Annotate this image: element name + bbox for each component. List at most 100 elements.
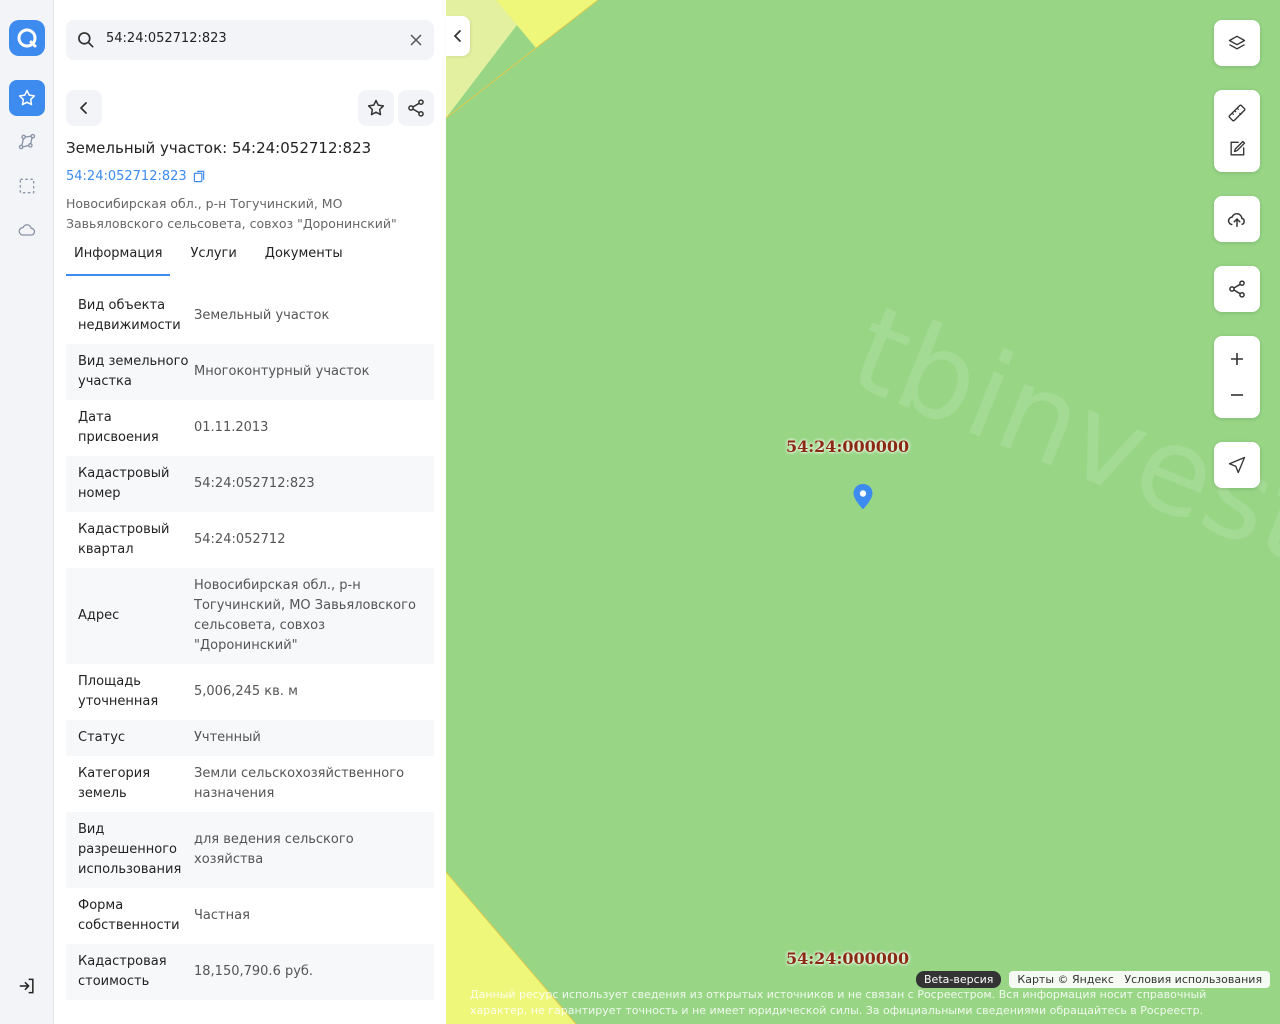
object-address: Новосибирская обл., р-н Тогучинский, МО … (66, 196, 397, 231)
star-icon (18, 89, 36, 106)
ruler-button[interactable] (1214, 95, 1260, 131)
upload-control (1214, 196, 1260, 242)
cadastral-number-link[interactable]: 54:24:052712:823 (66, 169, 206, 184)
chevron-left-icon (454, 30, 461, 42)
row-key: Дата присвоения (78, 410, 159, 445)
zoom-control (1214, 336, 1260, 418)
edit-button[interactable] (1214, 131, 1260, 167)
row-key: Площадь уточненная (78, 674, 159, 709)
beta-badge: Beta-версия (916, 971, 1002, 988)
table-row: Категория земель Земли сельскохозяйственн… (66, 756, 434, 812)
share-icon (408, 99, 424, 117)
tabs: Информация Услуги Документы (66, 240, 363, 276)
share-icon (1229, 280, 1245, 298)
cloud-icon (18, 224, 36, 236)
map-view[interactable]: tbinvest.ru 54:24:000000 54:24:000000 Be… (446, 0, 1280, 1024)
cloud-nav-button[interactable] (9, 212, 45, 248)
row-value: Многоконтурный участок (194, 364, 370, 379)
row-key: Адрес (78, 608, 120, 623)
row-key: Кадастровый квартал (78, 522, 170, 557)
tools-control (1214, 90, 1260, 172)
dashed-square-icon (19, 178, 35, 194)
app-logo-icon[interactable] (9, 20, 45, 56)
edit-icon (1230, 140, 1246, 156)
left-rail (0, 0, 54, 1024)
tab-information[interactable]: Информация (66, 240, 171, 276)
back-button[interactable] (66, 90, 102, 126)
favorites-nav-button[interactable] (9, 80, 45, 116)
table-row: Вид земельного участка Многоконтурный уча… (66, 344, 434, 400)
cadastral-zone-label: 54:24:000000 (786, 949, 910, 968)
attribution-badge: Карты © Яндекс Условия использования (1009, 971, 1271, 988)
row-value: 18,150,790.6 руб. (194, 964, 314, 979)
table-row: Вид объекта недвижимости Земельный участо… (66, 288, 434, 344)
layers-icon (1228, 35, 1246, 50)
geolocation-button[interactable] (1214, 442, 1260, 488)
clear-search-button[interactable] (406, 30, 426, 50)
favorite-button[interactable] (358, 90, 394, 126)
table-row: Форма собственности Частная (66, 888, 434, 944)
row-value: Земли сельскохозяйственного назначения (194, 766, 405, 801)
row-key: Категория земель (78, 766, 151, 801)
row-value: Частная (194, 908, 250, 923)
zoom-in-button[interactable] (1214, 341, 1260, 377)
table-row: Вид разрешенного использования для ведени… (66, 812, 434, 888)
route-nav-button[interactable] (9, 124, 45, 160)
tab-documents[interactable]: Документы (257, 240, 351, 276)
polyline-icon (18, 133, 36, 150)
row-value: для ведения сельского хозяйства (194, 832, 354, 867)
star-icon (367, 99, 385, 116)
share-map-button[interactable] (1214, 266, 1260, 312)
logout-button[interactable] (9, 968, 45, 1004)
table-row: Кадастровый номер 54:24:052712:823 (66, 456, 434, 512)
upload-button[interactable] (1214, 196, 1260, 242)
cadastral-zone-label: 54:24:000000 (786, 437, 910, 456)
map-attribution: Beta-версия Карты © Яндекс Условия испол… (916, 971, 1271, 988)
object-panel: 54:24:052712:823 Земельный участок: 54:2… (54, 0, 446, 1024)
table-row: Адрес Новосибирская обл., р-н Тогучинский… (66, 568, 434, 664)
ruler-icon (1228, 104, 1246, 122)
row-value: Учтенный (194, 730, 261, 745)
row-key: Вид объекта недвижимости (78, 298, 181, 333)
row-key: Кадастровая стоимость (78, 954, 167, 989)
navigation-arrow-icon (1228, 456, 1246, 474)
table-row: Кадастровая стоимость 18,150,790.6 руб. (66, 944, 434, 1000)
row-key: Вид разрешенного использования (78, 822, 182, 877)
copy-icon[interactable] (193, 170, 206, 183)
layers-button[interactable] (1214, 20, 1260, 66)
row-value: Земельный участок (194, 308, 330, 323)
row-key: Вид земельного участка (78, 354, 189, 389)
row-value: Новосибирская обл., р-н Тогучинский, МО … (194, 578, 416, 653)
row-value: 01.11.2013 (194, 420, 269, 435)
location-pin-icon[interactable] (851, 483, 875, 511)
cloud-upload-icon (1227, 212, 1245, 228)
zoom-out-button[interactable] (1214, 377, 1260, 413)
table-row: Статус Учтенный (66, 720, 434, 756)
plus-icon (1231, 353, 1243, 365)
table-row: Площадь уточненная 5,006,245 кв. м (66, 664, 434, 720)
select-area-nav-button[interactable] (9, 168, 45, 204)
search-bar[interactable]: 54:24:052712:823 (66, 20, 434, 60)
info-table: Вид объекта недвижимости Земельный участо… (66, 288, 434, 1000)
tab-services[interactable]: Услуги (182, 240, 244, 276)
row-value: 54:24:052712 (194, 532, 286, 547)
cadastral-number-text[interactable]: 54:24:052712:823 (66, 169, 187, 184)
search-input[interactable]: 54:24:052712:823 (106, 31, 227, 46)
row-value: 5,006,245 кв. м (194, 684, 298, 699)
row-value: 54:24:052712:823 (194, 476, 315, 491)
share-map-control (1214, 266, 1260, 312)
exit-icon (19, 978, 34, 994)
row-key: Статус (78, 730, 126, 745)
share-button[interactable] (398, 90, 434, 126)
yandex-attribution[interactable]: Карты © Яндекс (1017, 973, 1114, 986)
row-key: Форма собственности (78, 898, 180, 933)
collapse-panel-button[interactable] (446, 16, 470, 56)
minus-icon (1231, 394, 1243, 396)
table-row: Кадастровый квартал 54:24:052712 (66, 512, 434, 568)
close-icon (410, 34, 422, 46)
layers-control (1214, 20, 1260, 66)
geolocation-control (1214, 442, 1260, 488)
table-row: Дата присвоения 01.11.2013 (66, 400, 434, 456)
terms-link[interactable]: Условия использования (1124, 973, 1262, 986)
disclaimer-text: Данный ресурс использует сведения из отк… (470, 988, 1207, 1017)
